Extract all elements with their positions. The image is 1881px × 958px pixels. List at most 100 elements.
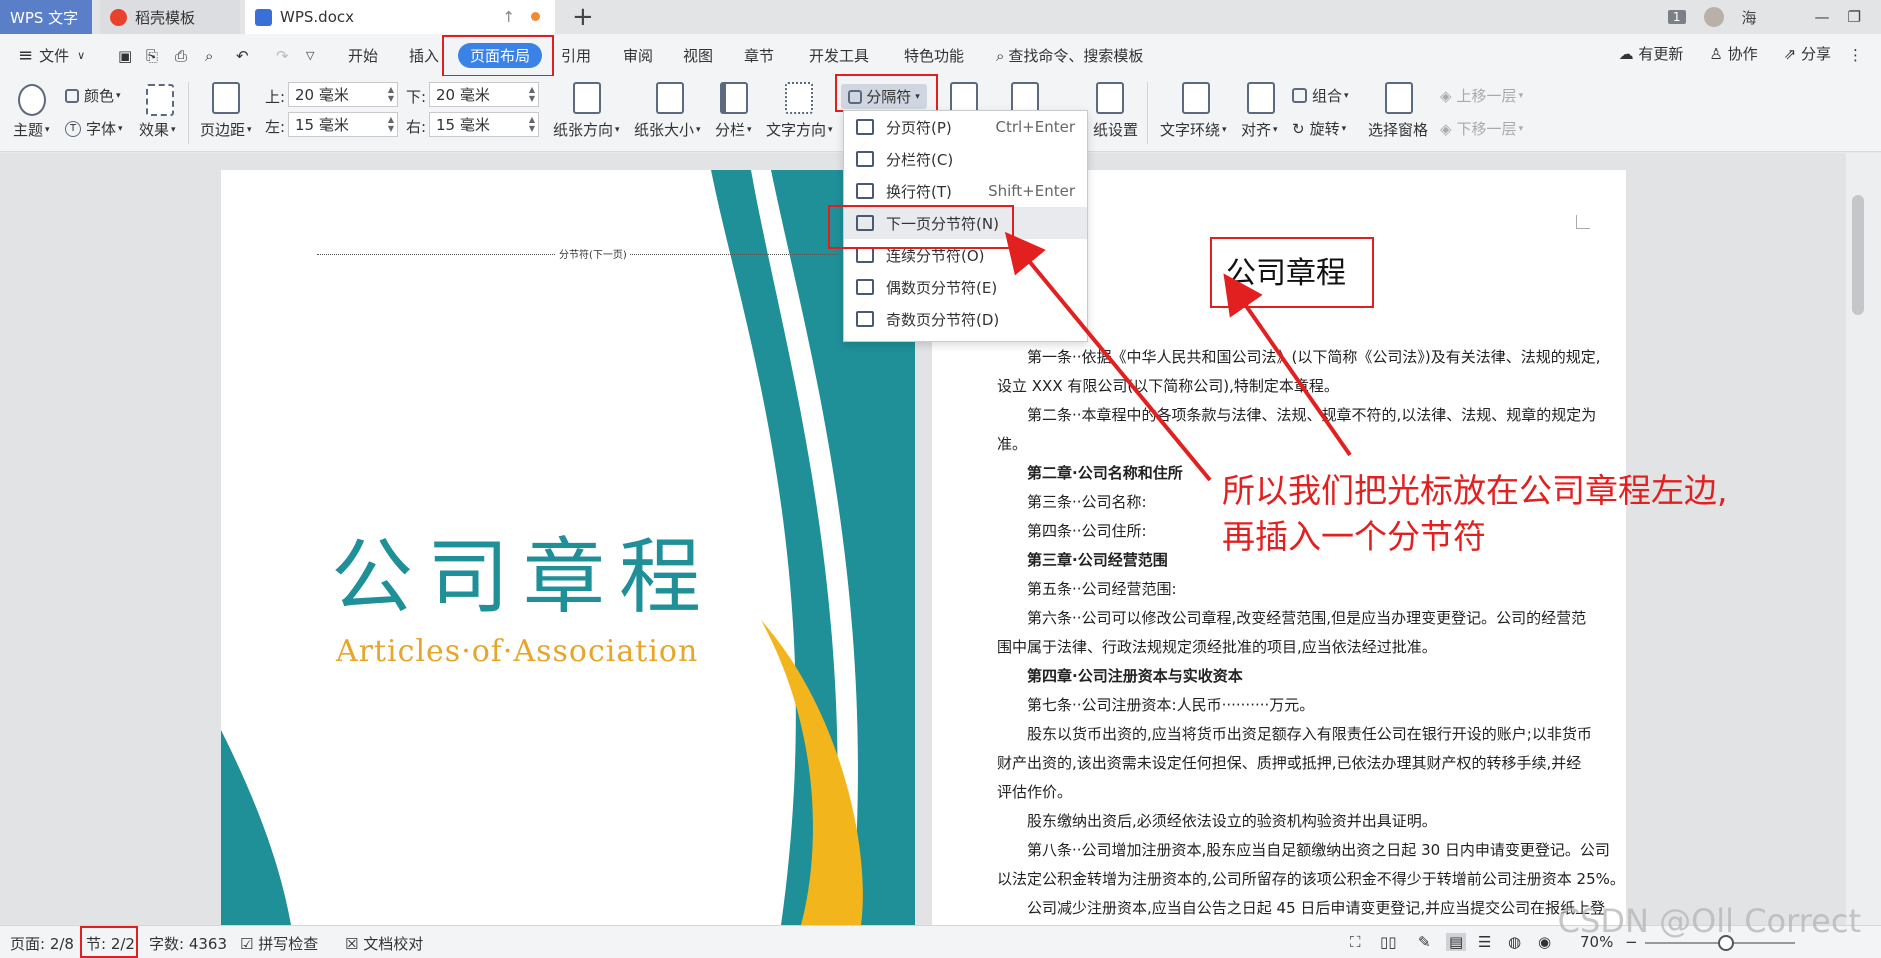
spinner-icon[interactable]: ▲ ▼ <box>388 85 394 103</box>
print-preview-icon[interactable]: ⌕ <box>205 43 213 68</box>
orientation-button[interactable]: 纸张方向 ▾ <box>553 119 620 140</box>
redo-icon[interactable]: ↷ <box>276 43 289 68</box>
document-line: 财产出资的,该出资需未设定任何担保、质押或抵押,已依法办理其财产权的转移手续,并… <box>997 754 1582 772</box>
tab-document[interactable]: WPS.docx ↑ <box>245 0 555 34</box>
document-line: 第二条··本章程中的各项条款与法律、法规、规章不符的,以法律、法规、规章的规定为 <box>1027 406 1597 424</box>
color-button[interactable]: 颜色 ▾ <box>65 85 121 106</box>
tab-template[interactable]: 稻壳模板 <box>100 0 240 34</box>
selection-pane-button[interactable]: 选择窗格 <box>1368 119 1428 140</box>
caret-icon: ▾ <box>1273 124 1278 135</box>
spinner-icon[interactable]: ▲ ▼ <box>529 85 535 103</box>
eye-protection-icon[interactable]: ◉ <box>1538 933 1551 951</box>
send-backward-button[interactable]: ◈ 下移一层 ▾ <box>1440 118 1523 139</box>
text-wrap-button[interactable]: 文字环绕 ▾ <box>1160 119 1227 140</box>
tab-insert[interactable]: 插入 <box>409 43 439 68</box>
ribbon-divider <box>1147 82 1148 144</box>
new-tab-button[interactable]: + <box>572 2 594 32</box>
effect-button[interactable]: 效果 ▾ <box>139 119 176 140</box>
font-button[interactable]: T 字体 ▾ <box>65 118 123 139</box>
user-icon: ♙ <box>1709 45 1723 63</box>
fullscreen-icon[interactable]: ⛶ <box>1350 933 1361 951</box>
document-line: 第七条··公司注册资本:人民币··········万元。 <box>1027 696 1315 714</box>
rotate-button[interactable]: ↻ 旋转 ▾ <box>1292 118 1346 139</box>
command-search-label: 查找命令、搜索模板 <box>1008 47 1144 65</box>
odd-page-section-break-item[interactable]: 奇数页分节符(D) <box>844 303 1087 335</box>
text-direction-button[interactable]: 文字方向 ▾ <box>766 119 833 140</box>
pin-icon[interactable]: ↑ <box>502 8 515 26</box>
proofread-button[interactable]: ☒ 文档校对 <box>345 933 423 954</box>
tab-references[interactable]: 引用 <box>561 43 591 68</box>
web-view-icon[interactable]: ◍ <box>1508 933 1521 951</box>
share-button[interactable]: ⇗ 分享 <box>1784 43 1831 64</box>
spell-check-button[interactable]: ☑ 拼写检查 <box>240 933 318 954</box>
paper-settings-button[interactable]: 纸设置 <box>1093 119 1138 140</box>
tab-home[interactable]: 开始 <box>348 43 378 68</box>
page-indicator[interactable]: 页面: 2/8 <box>10 933 74 954</box>
file-menu[interactable]: ≡ 文件 ∨ <box>18 43 85 68</box>
left-margin-field[interactable]: 15 毫米 ▲ ▼ <box>288 112 398 137</box>
collab-button[interactable]: ♙ 协作 <box>1709 43 1757 64</box>
tab-features[interactable]: 特色功能 <box>904 43 964 68</box>
command-search[interactable]: ⌕ 查找命令、搜索模板 <box>996 43 1143 68</box>
minimize-icon[interactable]: — <box>1815 8 1830 26</box>
tab-review[interactable]: 审阅 <box>623 43 653 68</box>
undo-icon[interactable]: ↶ <box>236 43 249 68</box>
paper-size-button[interactable]: 纸张大小 ▾ <box>634 119 701 140</box>
more-vertical-icon[interactable]: ⋮ <box>1848 46 1863 64</box>
print-icon[interactable]: ⎙ <box>175 43 187 68</box>
column-break-item[interactable]: 分栏符(C) <box>844 143 1087 175</box>
write-mode-icon[interactable]: ✎ <box>1418 933 1431 951</box>
avatar[interactable] <box>1703 7 1724 27</box>
group-button[interactable]: 组合 ▾ <box>1292 85 1349 106</box>
restore-icon[interactable]: ❐ <box>1848 8 1861 26</box>
caret-icon: ▾ <box>615 124 620 135</box>
caret-icon: ▾ <box>45 124 50 135</box>
line-break-item[interactable]: 换行符(T) Shift+Enter <box>844 175 1087 207</box>
word-count[interactable]: 字数: 4363 <box>149 933 227 954</box>
margin-button[interactable]: 页边距 ▾ <box>200 119 252 140</box>
spinner-icon[interactable]: ▲ ▼ <box>529 115 535 133</box>
tab-chapter[interactable]: 章节 <box>744 43 774 68</box>
text-wrap-label: 文字环绕 <box>1160 121 1221 139</box>
annotation-line-1: 所以我们把光标放在公司章程左边, <box>1222 471 1728 510</box>
scrollbar-thumb[interactable] <box>1852 195 1864 315</box>
spinner-icon[interactable]: ▲ ▼ <box>388 115 394 133</box>
quick-access-more-icon[interactable]: ▽ <box>306 43 314 68</box>
page-break-item[interactable]: 分页符(P) Ctrl+Enter <box>844 111 1087 143</box>
tab-view[interactable]: 视图 <box>683 43 713 68</box>
even-page-section-break-item[interactable]: 偶数页分节符(E) <box>844 271 1087 303</box>
align-button[interactable]: 对齐 ▾ <box>1241 119 1278 140</box>
separator-icon <box>848 89 863 104</box>
columns-button[interactable]: 分栏 ▾ <box>715 119 752 140</box>
page-break-label: 分页符(P) <box>886 118 952 137</box>
cover-page[interactable]: 分节符(下一页) 公司章程 Articles·of·Association <box>221 170 915 925</box>
page-view-icon[interactable]: ▤ <box>1446 933 1467 951</box>
next-page-section-break-item[interactable]: 下一页分节符(N) <box>844 207 1087 239</box>
bring-forward-button[interactable]: ◈ 上移一层 ▾ <box>1440 85 1523 106</box>
bottom-margin-field[interactable]: 20 毫米 ▲ ▼ <box>429 82 539 107</box>
left-margin-label: 左: <box>265 118 286 136</box>
bring-forward-label: 上移一层 <box>1456 87 1517 105</box>
output-icon[interactable]: ⎘ <box>146 43 158 68</box>
bring-forward-icon: ◈ <box>1440 86 1452 105</box>
top-margin-field[interactable]: 20 毫米 ▲ ▼ <box>288 82 398 107</box>
tab-developer[interactable]: 开发工具 <box>809 43 869 68</box>
right-margin-label: 右: <box>406 118 427 136</box>
user-name[interactable]: 海 <box>1742 7 1757 28</box>
next-page-section-break-label: 下一页分节符(N) <box>886 214 999 233</box>
separator-button[interactable]: 分隔符 ▾ <box>841 84 927 109</box>
save-icon[interactable]: ▣ <box>118 43 132 68</box>
read-mode-icon[interactable]: ▯▯ <box>1380 933 1397 951</box>
continuous-section-break-item[interactable]: 连续分节符(O) <box>844 239 1087 271</box>
update-button[interactable]: ☁ 有更新 <box>1619 43 1684 64</box>
right-margin-field[interactable]: 15 毫米 ▲ ▼ <box>429 112 539 137</box>
outline-view-icon[interactable]: ☰ <box>1478 933 1491 951</box>
theme-button[interactable]: 主题 ▾ <box>13 119 50 140</box>
tab-page-layout[interactable]: 页面布局 <box>458 43 543 68</box>
tab-wps-writer[interactable]: WPS 文字 <box>0 0 92 34</box>
line-break-shortcut: Shift+Enter <box>988 182 1075 200</box>
document-line: 股东以货币出资的,应当将货币出资足额存入有限责任公司在银行开设的账户;以非货币 <box>1027 725 1592 743</box>
palette-icon <box>18 84 46 116</box>
section-indicator[interactable]: 节: 2/2 <box>86 933 135 954</box>
window-count-badge[interactable]: 1 <box>1667 10 1686 24</box>
